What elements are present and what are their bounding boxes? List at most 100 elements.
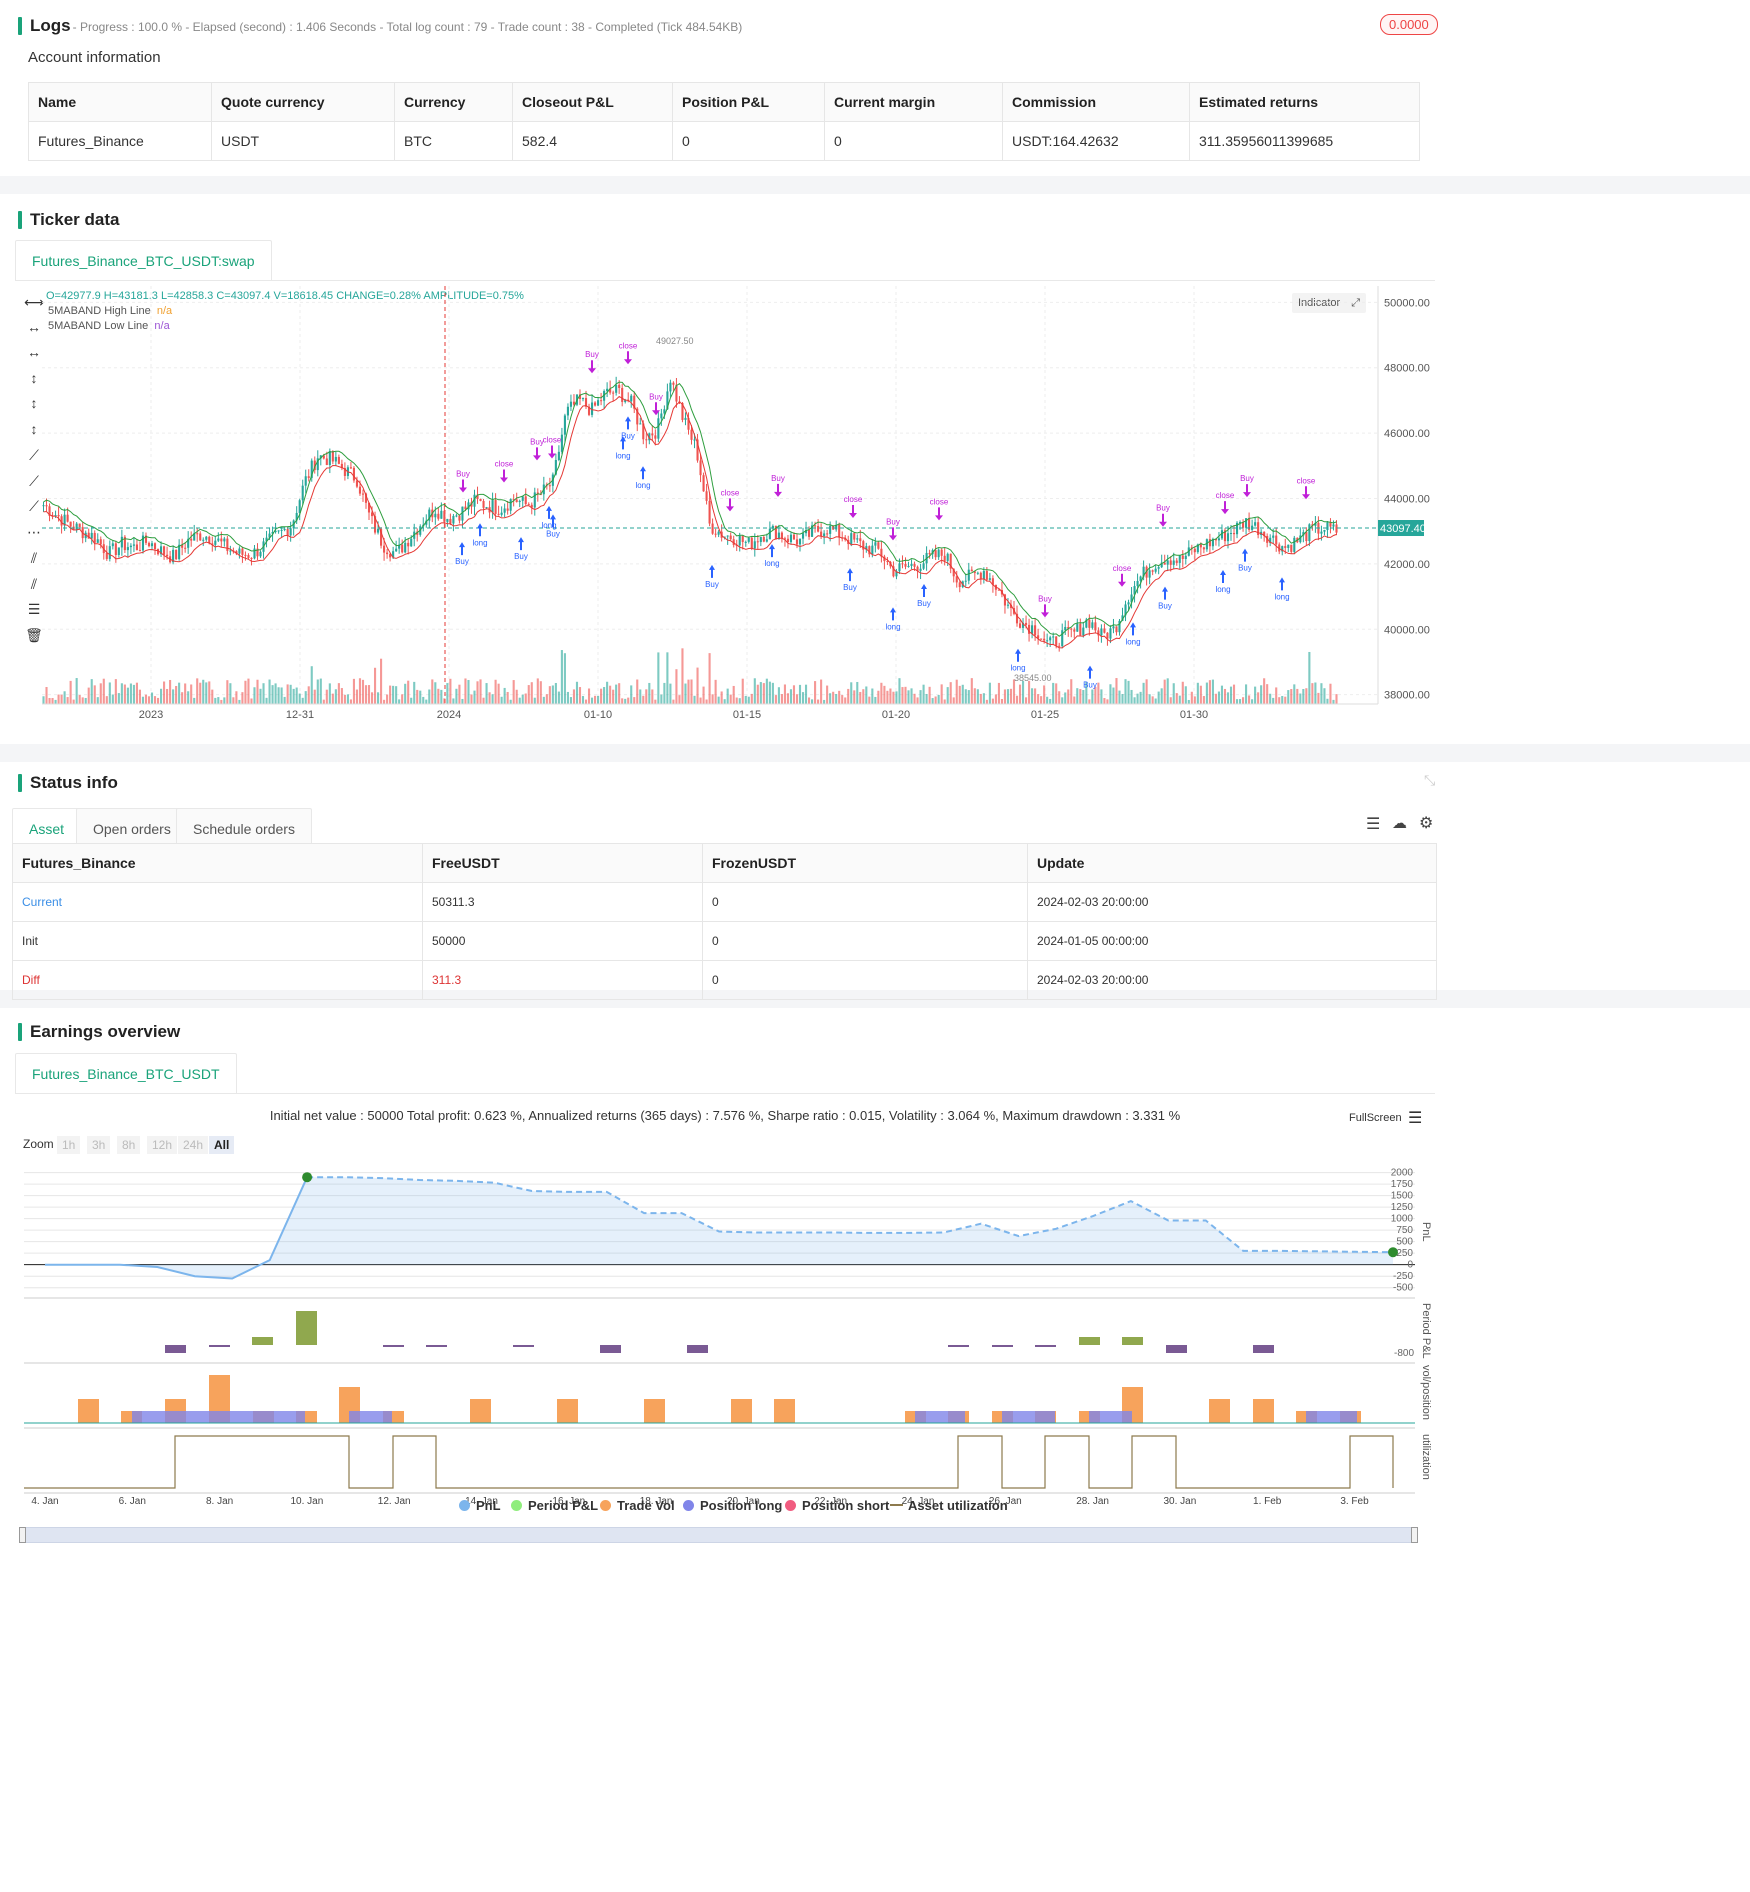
asset-row-label[interactable]: Current — [12, 882, 423, 922]
list-icon[interactable]: ☰ — [1366, 814, 1380, 834]
candle-body — [90, 532, 93, 539]
menu-icon[interactable]: ☰ — [1408, 1108, 1422, 1128]
close-marker-label: close — [543, 436, 562, 445]
candle-body — [446, 518, 449, 522]
zoom-24h-button[interactable]: 24h — [178, 1136, 209, 1154]
candle-body — [814, 525, 817, 527]
volume-bar — [102, 678, 105, 704]
navigator-scrollbar[interactable] — [22, 1527, 1418, 1543]
volume-bar — [789, 689, 793, 704]
candlestick-chart[interactable]: 49027.50 38545.00 Buy long Buy long Buy long Buy… — [0, 286, 1450, 726]
candle-body — [1293, 537, 1296, 552]
axis-title-period: Period P&L — [1420, 1303, 1432, 1359]
candle-body — [874, 542, 877, 546]
candle-body — [1064, 626, 1067, 631]
candle-body — [1287, 544, 1290, 548]
candle-body — [970, 569, 973, 572]
asset-header: FreeUSDT — [422, 843, 703, 883]
candle-body — [898, 563, 901, 572]
volume-bar — [1220, 685, 1224, 704]
candle-body — [600, 400, 603, 402]
volume-bar — [1323, 688, 1326, 704]
candle-body — [1076, 623, 1079, 632]
candle-body — [853, 533, 856, 540]
zoom-all-button[interactable]: All — [209, 1136, 235, 1154]
volume-bar — [292, 688, 295, 704]
volume-bar — [81, 697, 84, 704]
tab-ticker-symbol[interactable]: Futures_Binance_BTC_USDT:swap — [15, 240, 272, 280]
ticker-title: Ticker data — [18, 210, 119, 230]
volume-bar — [1293, 684, 1296, 704]
volume-bar — [1175, 693, 1178, 704]
candle-body — [1046, 640, 1049, 642]
buy-marker-label: long — [885, 622, 900, 631]
candle-body — [352, 467, 355, 481]
logs-panel: Logs - Progress : 100.0 % - Elapsed (seco… — [0, 0, 1750, 176]
x-tick-label: 2023 — [139, 709, 163, 721]
volume-bar — [1199, 685, 1202, 704]
collapse-icon[interactable]: ⤡ — [1424, 772, 1435, 789]
account-table: Name Quote currency Currency Closeout P&… — [28, 82, 1420, 161]
navigator-handle-left[interactable] — [19, 1527, 26, 1543]
candle-body — [557, 451, 560, 461]
volume-bar — [1061, 697, 1064, 704]
candle-body — [581, 398, 585, 400]
volume-bar — [765, 678, 768, 704]
candle-body — [1166, 560, 1169, 565]
volume-bar — [738, 698, 741, 704]
volume-bar — [181, 692, 184, 704]
legend-asset-utilization[interactable]: Asset utilization — [890, 1498, 1008, 1513]
y-tick-label: -250 — [1393, 1271, 1413, 1282]
candle-body — [458, 515, 461, 521]
volume-bar — [940, 684, 943, 704]
candle-body — [726, 535, 729, 537]
volume-bar — [563, 653, 566, 704]
settings-gear-icon[interactable]: ⚙ — [1419, 813, 1433, 833]
tab-open-orders[interactable]: Open orders — [76, 808, 188, 848]
volume-bar — [792, 685, 796, 704]
volume-bar — [961, 684, 964, 704]
volume-bar — [1079, 689, 1082, 704]
volume-bar — [859, 691, 862, 704]
asset-header: Futures_Binance — [12, 843, 423, 883]
fullscreen-button[interactable]: FullScreen — [1349, 1112, 1402, 1124]
buy-marker-label: Buy — [546, 529, 560, 538]
candle-body — [491, 500, 494, 513]
cloud-upload-icon[interactable]: ☁ — [1392, 814, 1407, 832]
tab-schedule-orders[interactable]: Schedule orders — [176, 808, 312, 848]
buy-marker-label: Buy — [514, 552, 528, 561]
earnings-legend: PnL Period P&L Trade Vol Position long P… — [0, 1498, 1450, 1516]
table-row: Futures_Binance USDT BTC 582.4 0 0 USDT:… — [28, 121, 1420, 161]
volume-bar — [355, 689, 359, 704]
legend-position-long[interactable]: Position long — [683, 1498, 782, 1513]
volume-bar — [768, 681, 771, 704]
volume-bar — [386, 694, 389, 704]
zoom-12h-button[interactable]: 12h — [147, 1136, 178, 1154]
zoom-1h-button[interactable]: 1h — [57, 1136, 81, 1154]
zoom-8h-button[interactable]: 8h — [117, 1136, 141, 1154]
volume-bar — [970, 678, 973, 704]
close-marker-label: close — [1216, 491, 1235, 500]
candle-body — [238, 548, 241, 554]
x-tick-label: 01-10 — [584, 709, 612, 721]
volume-bar — [410, 697, 413, 704]
volume-bar — [955, 679, 958, 704]
legend-period-pnl[interactable]: Period P&L — [511, 1498, 598, 1513]
trade-vol-bar — [557, 1399, 578, 1423]
legend-trade-vol[interactable]: Trade Vol — [600, 1498, 675, 1513]
y-tick-label: 1250 — [1391, 1202, 1414, 1213]
volume-bar — [491, 694, 494, 704]
legend-pnl[interactable]: PnL — [459, 1498, 501, 1513]
tab-asset[interactable]: Asset — [12, 808, 82, 848]
volume-bar — [57, 694, 60, 704]
legend-position-short[interactable]: Position short — [785, 1498, 889, 1513]
period-pnl-bar — [513, 1345, 534, 1347]
period-min-label: -800 — [1394, 1348, 1415, 1359]
buy-arrow-icon — [1242, 548, 1248, 562]
candle-body — [220, 538, 223, 542]
zoom-3h-button[interactable]: 3h — [87, 1136, 111, 1154]
volume-bar — [1235, 699, 1239, 704]
candle-body — [1202, 547, 1205, 550]
navigator-handle-right[interactable] — [1411, 1527, 1418, 1543]
tab-earnings-symbol[interactable]: Futures_Binance_BTC_USDT — [15, 1053, 237, 1093]
